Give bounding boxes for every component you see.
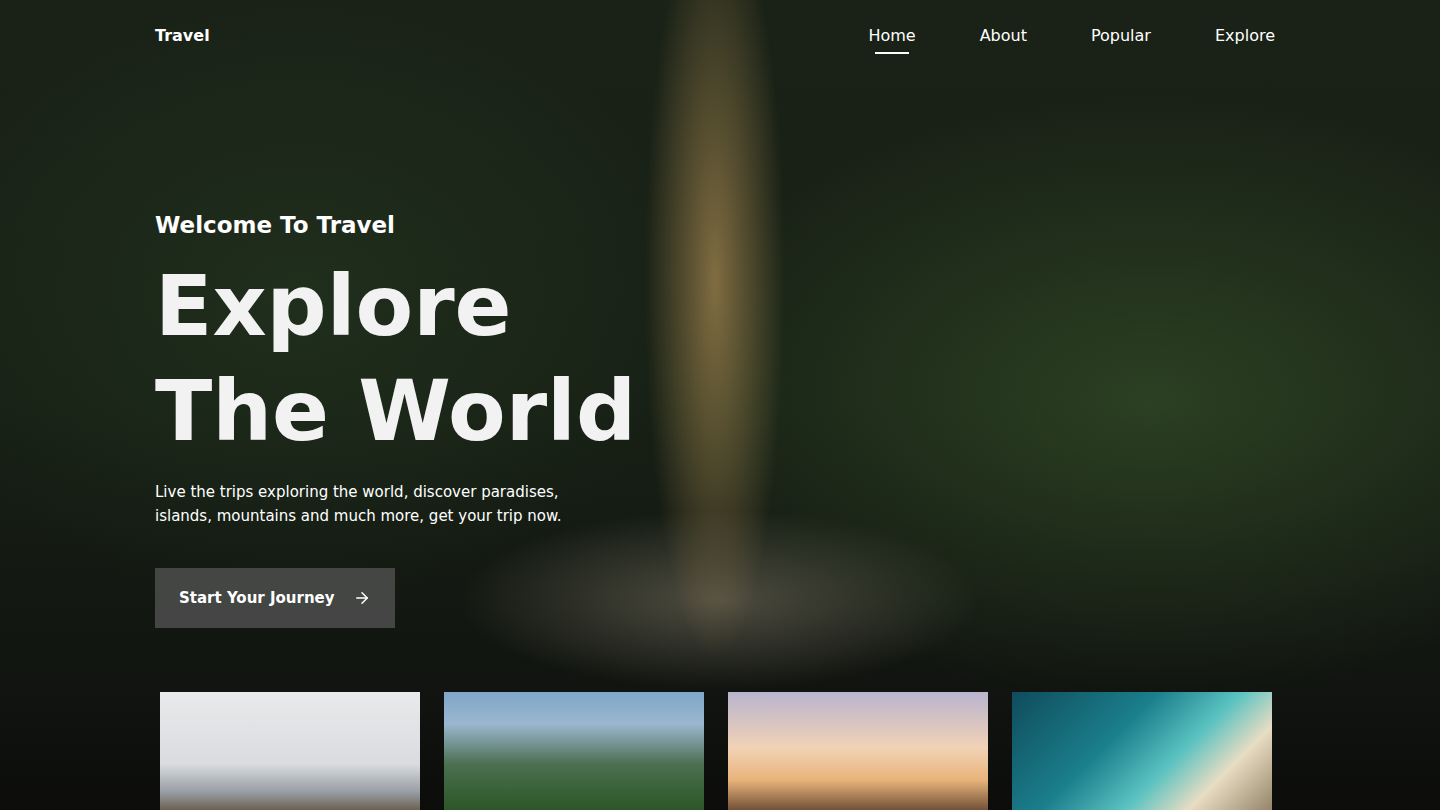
destination-card[interactable] bbox=[444, 692, 704, 810]
destination-card[interactable] bbox=[1012, 692, 1272, 810]
destination-gallery bbox=[0, 692, 1440, 810]
travel-page: TravelHomeAboutPopularExploreWelcome To … bbox=[0, 0, 1440, 810]
hero-title-line: Explore bbox=[155, 254, 636, 359]
hero: Welcome To Travel ExploreThe World Live th… bbox=[0, 210, 1440, 628]
logo[interactable]: Travel bbox=[155, 26, 210, 46]
arrow-right-icon bbox=[353, 589, 371, 607]
hero-title-line: The World bbox=[155, 359, 636, 464]
start-journey-button[interactable]: Start Your Journey bbox=[155, 568, 395, 628]
button-label: Start Your Journey bbox=[179, 589, 335, 607]
hero-description: Live the trips exploring the world, disc… bbox=[155, 480, 605, 528]
destination-card[interactable] bbox=[160, 692, 420, 810]
destination-card[interactable] bbox=[728, 692, 988, 810]
nav-links: Home About Popular Explore bbox=[868, 26, 1275, 54]
nav-link[interactable]: Home bbox=[868, 26, 915, 54]
hero-subtitle: Welcome To Travel bbox=[155, 210, 395, 240]
nav-link[interactable]: About bbox=[980, 26, 1027, 54]
nav-link[interactable]: Explore bbox=[1215, 26, 1275, 54]
navbar: Travel Home About Popular Explore bbox=[0, 0, 1440, 60]
nav-link[interactable]: Popular bbox=[1091, 26, 1151, 54]
hero-title: ExploreThe World bbox=[155, 254, 636, 464]
